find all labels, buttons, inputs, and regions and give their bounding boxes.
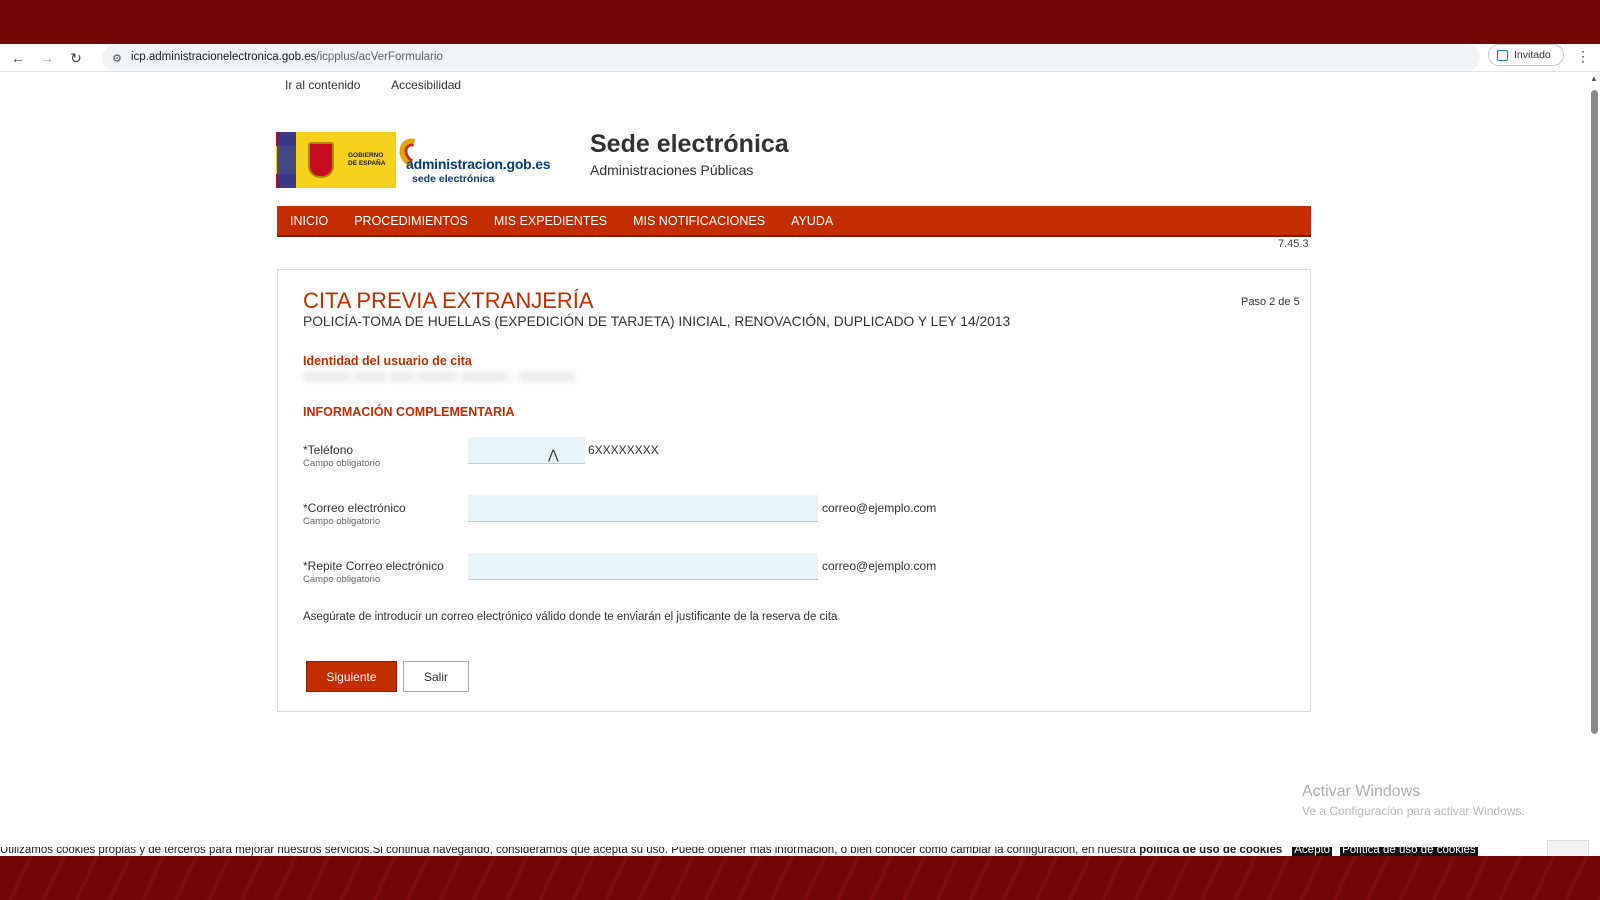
desktop-top-band	[0, 0, 1600, 44]
accessibility-link[interactable]: Accesibilidad	[391, 78, 461, 92]
site-subtitle: Administraciones Públicas	[590, 162, 754, 178]
version-number: 7.45.3	[1278, 238, 1309, 250]
reload-icon[interactable]: ↻	[66, 48, 86, 68]
site-logo[interactable]: GOBIERNO DE ESPAÑA administracion.gob.es …	[276, 132, 577, 188]
nav-item-mis-notificaciones[interactable]: MIS NOTIFICACIONES	[633, 214, 765, 228]
page-title: CITA PREVIA EXTRANJERÍA	[303, 288, 594, 313]
main-nav: INICIO PROCEDIMIENTOS MIS EXPEDIENTES MI…	[277, 206, 1311, 237]
desktop-bottom-band	[0, 856, 1600, 900]
skip-to-content-link[interactable]: Ir al contenido	[285, 78, 360, 92]
eu-flag-icon	[276, 132, 297, 188]
email-label: *Correo electrónico	[303, 501, 406, 515]
email-note: Asegúrate de introducir un correo electr…	[303, 611, 838, 623]
form-panel: CITA PREVIA EXTRANJERÍA POLICÍA-TOMA DE …	[277, 269, 1311, 712]
email-repeat-required-note: Campo obligatorio	[303, 574, 381, 585]
windows-activation-title: Activar Windows	[1302, 783, 1421, 800]
site-title: Sede electrónica	[590, 130, 789, 158]
forward-icon[interactable]: →	[37, 48, 57, 68]
procedure-name: POLICÍA-TOMA DE HUELLAS (EXPEDICIÓN DE T…	[303, 314, 1011, 329]
coat-of-arms-icon	[308, 142, 334, 178]
url-text: icp.administracionelectronica.gob.es/icp…	[131, 51, 443, 63]
email-required-note: Campo obligatorio	[303, 516, 381, 527]
cookie-text: Utilizamos cookies propias y de terceros…	[0, 847, 1140, 856]
nav-item-ayuda[interactable]: AYUDA	[791, 214, 833, 228]
identity-label: Identidad del usuario de cita	[303, 354, 472, 368]
identity-value-blurred: XXXXXX XXXX XXX XXXXX XXXXXX - XXXXXXX	[303, 370, 576, 384]
menu-icon[interactable]: ⋮	[1576, 48, 1590, 65]
text-cursor-icon: ⋀	[548, 447, 559, 462]
email-repeat-hint: correo@ejemplo.com	[822, 559, 937, 573]
email-input[interactable]	[468, 495, 818, 522]
profile-icon	[1497, 49, 1508, 61]
administracion-logo: administracion.gob.es sede electrónica	[394, 132, 577, 188]
phone-required-note: Campo obligatorio	[303, 458, 381, 469]
scroll-up-icon[interactable]: ▲	[1590, 74, 1598, 83]
nav-item-inicio[interactable]: INICIO	[290, 214, 328, 228]
windows-activation-text: Ve a Configuración para activar Windows.	[1302, 804, 1525, 818]
cookie-banner: Utilizamos cookies propias y de terceros…	[0, 847, 1545, 856]
exit-button[interactable]: Salir	[403, 661, 469, 692]
cookie-accept-button[interactable]: Acepto	[1292, 847, 1333, 856]
nav-item-mis-expedientes[interactable]: MIS EXPEDIENTES	[494, 214, 607, 228]
email-repeat-label: *Repite Correo electrónico	[303, 559, 444, 573]
next-button[interactable]: Siguiente	[306, 661, 397, 692]
email-repeat-input[interactable]	[468, 553, 818, 580]
profile-label: Invitado	[1514, 49, 1551, 61]
address-bar[interactable]: ⚙ icp.administracionelectronica.gob.es/i…	[102, 45, 1480, 71]
browser-toolbar: ← → ↻ ⚙ icp.administracionelectronica.go…	[0, 44, 1600, 72]
skip-links: Ir al contenido Accesibilidad	[285, 78, 489, 92]
phone-input[interactable]	[468, 437, 585, 464]
back-icon[interactable]: ←	[8, 48, 28, 68]
gobierno-logo: GOBIERNO DE ESPAÑA	[296, 132, 396, 188]
email-hint: correo@ejemplo.com	[822, 501, 937, 515]
nav-item-procedimientos[interactable]: PROCEDIMIENTOS	[354, 214, 468, 228]
phone-label: *Teléfono	[303, 443, 354, 457]
cookie-policy-button[interactable]: Política de uso de cookies	[1340, 847, 1478, 856]
site-info-icon[interactable]: ⚙	[108, 49, 126, 67]
scrollbar-thumb[interactable]	[1591, 90, 1598, 734]
step-indicator: Paso 2 de 5	[1241, 296, 1300, 308]
cookie-policy-bold[interactable]: política de uso de cookies	[1139, 847, 1282, 856]
phone-hint: 6XXXXXXXX	[588, 443, 659, 457]
profile-button[interactable]: Invitado	[1488, 44, 1564, 66]
section-heading: INFORMACIÓN COMPLEMENTARIA	[303, 405, 515, 419]
